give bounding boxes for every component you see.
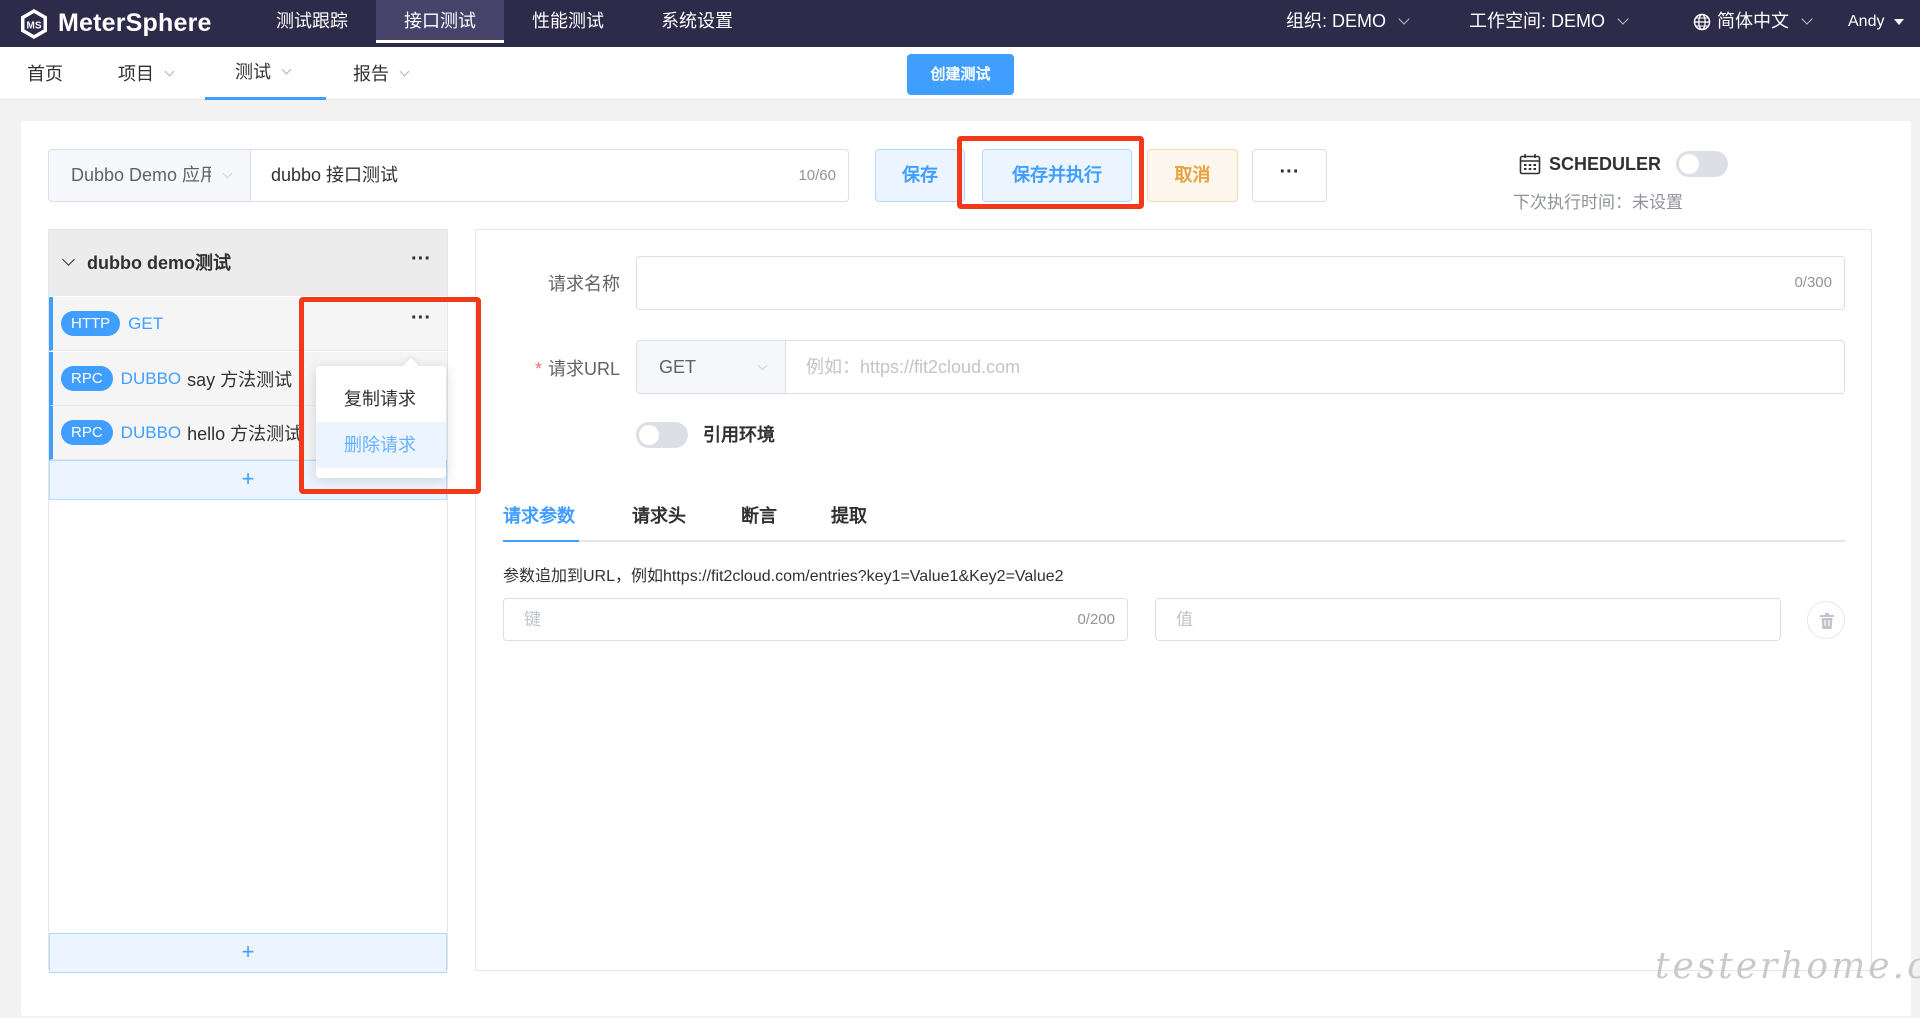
chevron-down-icon <box>281 64 292 75</box>
request-tabs: 请求参数 请求头 断言 提取 <box>503 497 1845 542</box>
project-select[interactable]: Dubbo Demo 应用 <box>48 149 251 202</box>
subnav-home[interactable]: 首页 <box>27 47 63 100</box>
chevron-down-icon <box>164 66 175 76</box>
use-environment-switch[interactable] <box>636 422 688 448</box>
top-navbar: MS MeterSphere 测试跟踪 接口测试 性能测试 系统设置 组织: D… <box>0 0 1920 47</box>
request-method: DUBBO <box>120 422 182 442</box>
tab-headers[interactable]: 请求头 <box>632 497 686 542</box>
http-method-select[interactable]: GET <box>636 340 786 394</box>
delete-param-button[interactable] <box>1807 601 1845 639</box>
user-name: Andy <box>1848 13 1885 30</box>
subnav-project[interactable]: 项目 <box>118 47 175 100</box>
org-label: 组织: DEMO <box>1286 11 1387 31</box>
caret-down-icon <box>1894 18 1905 25</box>
request-context-menu: 复制请求 删除请求 <box>316 366 446 478</box>
calendar-icon <box>1519 154 1541 175</box>
globe-icon <box>1693 13 1711 30</box>
protocol-tag: HTTP <box>61 311 121 336</box>
group-more-icon[interactable]: ··· <box>411 248 431 271</box>
copy-request-menu-item[interactable]: 复制请求 <box>316 376 446 422</box>
request-url-label: * 请求URL <box>520 355 620 381</box>
watermark: testerhome.com <box>1655 946 1920 987</box>
cancel-button[interactable]: 取消 <box>1147 149 1238 202</box>
param-key-counter: 0/200 <box>1077 611 1115 628</box>
language-selector[interactable]: 简体中文 <box>1693 0 1813 43</box>
save-button[interactable]: 保存 <box>875 149 965 202</box>
more-actions-button[interactable]: ··· <box>1252 149 1327 202</box>
tab-assertions[interactable]: 断言 <box>741 497 777 542</box>
chevron-down-icon <box>757 360 768 371</box>
test-name-counter: 10/60 <box>798 167 836 184</box>
param-value-placeholder: 值 <box>1176 610 1193 629</box>
param-key-placeholder: 键 <box>524 610 541 629</box>
subnav-test-label: 测试 <box>235 62 271 82</box>
use-environment-label: 引用环境 <box>703 425 775 445</box>
project-select-value: Dubbo Demo 应用 <box>71 165 211 185</box>
request-name-input[interactable]: 0/300 <box>636 256 1845 310</box>
scenario-group-title: dubbo demo测试 <box>87 253 231 273</box>
subnav-test[interactable]: 测试 <box>205 47 326 100</box>
collapse-chevron-icon[interactable] <box>62 253 75 266</box>
request-name: hello 方法测试 <box>187 423 303 444</box>
app-logo[interactable]: MS MeterSphere <box>18 5 212 42</box>
metersphere-logo-icon: MS <box>21 8 47 39</box>
request-name-counter: 0/300 <box>1794 274 1832 291</box>
tab-query-params[interactable]: 请求参数 <box>503 497 579 542</box>
chevron-down-icon <box>1801 13 1813 25</box>
param-value-input[interactable]: 值 <box>1155 598 1781 641</box>
http-method-value: GET <box>659 357 697 377</box>
request-method: GET <box>128 313 164 333</box>
workspace-label: 工作空间: DEMO <box>1469 11 1606 31</box>
scheduler-switch[interactable] <box>1676 151 1729 177</box>
nav-performance-test[interactable]: 性能测试 <box>518 0 618 43</box>
chevron-down-icon <box>399 66 410 76</box>
app-title: MeterSphere <box>58 9 212 37</box>
nav-test-track[interactable]: 测试跟踪 <box>262 0 362 43</box>
scenario-group-header[interactable]: dubbo demo测试 ··· <box>49 230 447 296</box>
scenario-panel: dubbo demo测试 ··· HTTP GET ··· RPC DUBBO … <box>48 229 448 973</box>
test-name-value: dubbo 接口测试 <box>271 165 399 185</box>
request-name: say 方法测试 <box>187 369 293 390</box>
chevron-down-icon <box>222 168 233 179</box>
param-key-input[interactable]: 键 0/200 <box>503 598 1128 641</box>
test-name-input[interactable]: dubbo 接口测试 10/60 <box>250 149 849 202</box>
request-more-icon[interactable]: ··· <box>411 307 431 330</box>
required-mark: * <box>534 359 542 379</box>
chevron-down-icon <box>1617 13 1629 25</box>
save-and-run-button[interactable]: 保存并执行 <box>982 149 1132 202</box>
tab-extract[interactable]: 提取 <box>831 497 867 542</box>
scheduler-label: SCHEDULER <box>1549 153 1662 174</box>
workspace-selector[interactable]: 工作空间: DEMO <box>1469 0 1629 43</box>
request-item[interactable]: HTTP GET ··· <box>49 297 447 351</box>
chevron-down-icon <box>1398 13 1410 25</box>
request-url-input[interactable]: 例如：https://fit2cloud.com <box>785 340 1845 394</box>
protocol-tag: RPC <box>61 366 113 391</box>
add-scenario-button[interactable]: + <box>49 933 447 973</box>
org-selector[interactable]: 组织: DEMO <box>1286 0 1410 43</box>
nav-system-settings[interactable]: 系统设置 <box>647 0 747 43</box>
request-method: DUBBO <box>120 368 182 388</box>
nav-api-test[interactable]: 接口测试 <box>376 0 504 43</box>
delete-request-menu-item[interactable]: 删除请求 <box>316 422 446 468</box>
trash-icon <box>1820 613 1834 629</box>
user-menu[interactable]: Andy <box>1848 0 1905 43</box>
request-url-label-text: 请求URL <box>547 359 620 379</box>
subnav-report[interactable]: 报告 <box>353 47 410 100</box>
subnav-report-label: 报告 <box>353 63 389 84</box>
language-label: 简体中文 <box>1717 11 1789 31</box>
create-test-button[interactable]: 创建测试 <box>907 54 1014 95</box>
subnav-project-label: 项目 <box>118 63 154 84</box>
sub-navbar: 首页 项目 测试 报告 创建测试 <box>0 47 1920 100</box>
params-hint: 参数追加到URL，例如https://fit2cloud.com/entries… <box>503 568 1064 585</box>
protocol-tag: RPC <box>61 420 113 445</box>
svg-text:MS: MS <box>27 20 42 31</box>
next-run-time: 下次执行时间：未设置 <box>1513 193 1683 212</box>
scheduler-toggle-group: SCHEDULER <box>1519 151 1729 177</box>
request-name-label: 请求名称 <box>548 274 620 294</box>
